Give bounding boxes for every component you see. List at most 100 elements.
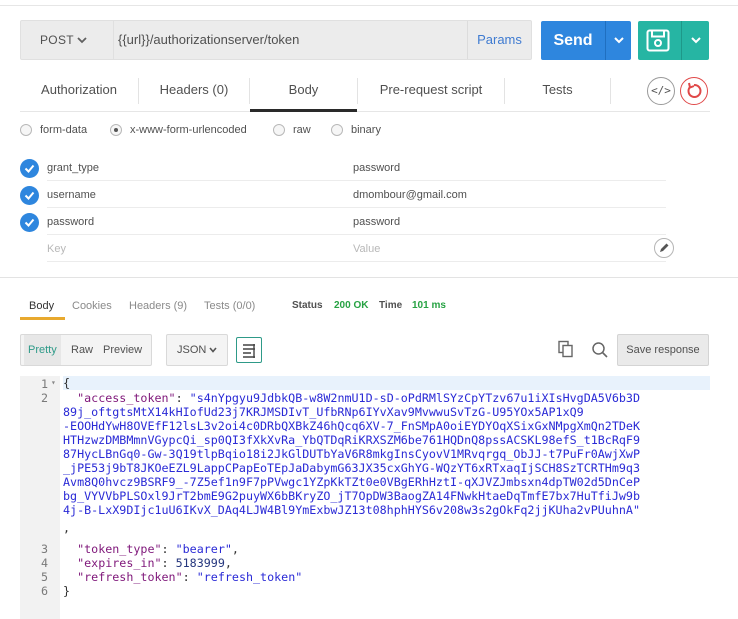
send-button[interactable]: Send (541, 21, 605, 60)
save-response-button[interactable]: Save response (617, 334, 709, 366)
tab-pre-request-script[interactable]: Pre-request script (358, 70, 504, 112)
new-param-value-input[interactable]: Value (353, 236, 666, 262)
line-number: 6 (40, 584, 48, 598)
param-key-input[interactable]: password (47, 209, 361, 235)
code-line-wrap: 87HycLBnGq0-Gw-3Q19tlpBqio18i2JkGlDUTbYa… (63, 447, 640, 461)
check-icon (24, 164, 35, 173)
radio-form-data[interactable]: form-data (20, 121, 100, 139)
format-pretty-button[interactable]: Pretty (24, 335, 61, 365)
code-punct: , (63, 521, 71, 535)
url-input[interactable]: {{url}}/authorizationserver/token (113, 21, 465, 59)
section-divider (0, 277, 738, 278)
chevron-down-icon (77, 21, 87, 75)
radio-circle (331, 124, 343, 136)
request-tabs: Authorization Headers (0) Body Pre-reque… (20, 70, 710, 112)
params-button[interactable]: Params (467, 21, 531, 59)
json-string: "bearer" (175, 542, 232, 556)
radio-circle (20, 124, 32, 136)
code-line-wrap: , (63, 521, 70, 535)
format-toggle: Pretty Raw Preview (20, 334, 152, 366)
method-select[interactable]: POST (21, 21, 112, 59)
line-number: 5 (40, 570, 48, 584)
param-enabled-checkbox[interactable] (20, 159, 39, 178)
language-label: JSON (177, 344, 207, 356)
param-enabled-checkbox[interactable] (20, 186, 39, 205)
response-tab-tests[interactable]: Tests (0/0) (204, 296, 255, 316)
language-select[interactable]: JSON (166, 334, 228, 366)
top-border (0, 5, 738, 6)
tab-separator (610, 78, 611, 104)
radio-label: raw (293, 124, 311, 136)
code-line-wrap: HTHzwzDMBMmnVGypcQi_sp0QI3fXkXvRa_YbQTDq… (63, 433, 640, 447)
copy-icon[interactable] (557, 340, 575, 358)
json-key: "expires_in" (77, 556, 162, 570)
json-string: 87HycLBnGq0-Gw-3Q19tlpBqio18i2JkGlDUTbYa… (63, 447, 640, 461)
time-label: Time (379, 300, 403, 311)
code-line: } (63, 584, 70, 598)
code-line: "refresh_token": "refresh_token" (77, 570, 303, 584)
save-icon[interactable] (646, 29, 670, 52)
json-string: HTHzwzDMBMmnVGypcQi_sp0QI3fXkXvRa_YbQTDq… (63, 433, 640, 447)
active-tab-indicator (20, 317, 65, 320)
chevron-down-icon (690, 37, 701, 44)
wrap-lines-button[interactable] (236, 337, 262, 363)
json-string: -EOOHdYwH8OVEfF12lsL3v2oi4c0DRbQXBkZ46hQ… (63, 419, 640, 433)
tab-tests[interactable]: Tests (505, 70, 610, 112)
radio-binary[interactable]: binary (331, 121, 391, 139)
json-key: "token_type" (77, 542, 162, 556)
response-body-viewer[interactable]: 1 ▾ { 2 "access_token": "s4nYpgyu9JdbkQB… (20, 376, 710, 619)
line-number: 4 (40, 556, 48, 570)
line-number: 1 (40, 377, 48, 391)
radio-circle (273, 124, 285, 136)
param-value-input[interactable]: dmombour@gmail.com (353, 182, 666, 208)
param-row: password password (20, 209, 710, 236)
radio-circle-selected (110, 124, 122, 136)
response-tab-cookies[interactable]: Cookies (72, 296, 112, 316)
send-button-group: Send (541, 21, 631, 60)
chevron-down-icon (613, 37, 624, 44)
response-tab-body[interactable]: Body (29, 296, 54, 316)
json-number: 5183999 (175, 556, 225, 570)
json-string: 4j-B-LxX9DIjc1uU6IKvX_DAq4LJW4Bl9YmExbwJ… (63, 503, 640, 517)
param-value-input[interactable]: password (353, 155, 666, 181)
param-enabled-checkbox[interactable] (20, 213, 39, 232)
format-raw-button[interactable]: Raw (71, 335, 93, 365)
tab-body[interactable]: Body (250, 70, 357, 112)
code-icon: </> (651, 84, 671, 97)
generate-code-button[interactable]: </> (647, 77, 675, 105)
code-punct: , (224, 556, 232, 570)
fold-toggle-icon[interactable]: ▾ (51, 378, 56, 387)
param-key-input[interactable]: grant_type (47, 155, 361, 181)
json-string: _jPE53j9bT8JKOeEZL9LappCPapEoTEpJaDabymG… (63, 461, 640, 475)
code-line: "token_type": "bearer", (77, 542, 239, 556)
code-line-wrap: -EOOHdYwH8OVEfF12lsL3v2oi4c0DRbQXBkZ46hQ… (63, 419, 640, 433)
code-line: "expires_in": 5183999, (77, 556, 232, 570)
code-line: "access_token": "s4nYpgyu9JdbkQB-w8W2nmU… (77, 391, 641, 405)
format-preview-button[interactable]: Preview (103, 335, 142, 365)
json-string: Avm8Q0hvcz9BSRF9_-7Z5ef1n9F7pPVwgc1YZpKk… (63, 475, 640, 489)
status-value: 200 OK (334, 300, 369, 311)
send-options-button[interactable] (605, 21, 631, 60)
bulk-edit-button[interactable] (654, 238, 674, 258)
code-line-wrap: _jPE53j9bT8JKOeEZL9LappCPapEoTEpJaDabymG… (63, 461, 640, 475)
chevron-down-icon (209, 335, 217, 377)
search-icon[interactable] (591, 341, 609, 359)
tab-headers[interactable]: Headers (0) (139, 70, 249, 112)
code-line-wrap: 4j-B-LxX9DIjc1uU6IKvX_DAq4LJW4Bl9YmExbwJ… (63, 503, 640, 517)
request-url-bar: POST {{url}}/authorizationserver/token P… (20, 20, 532, 60)
save-options-button[interactable] (681, 21, 709, 60)
response-tab-headers[interactable]: Headers (9) (129, 296, 187, 316)
radio-label: x-www-form-urlencoded (130, 124, 247, 136)
new-param-key-input[interactable]: Key (47, 236, 361, 262)
tab-authorization[interactable]: Authorization (20, 70, 138, 112)
line-number: 3 (40, 542, 48, 556)
json-string: "s4nYpgyu9JdbkQB-w8W2nmU1D-sD-oPdRMlSYzC… (189, 391, 641, 405)
code-line: { (63, 376, 710, 390)
param-key-input[interactable]: username (47, 182, 361, 208)
wrap-lines-icon (243, 344, 255, 358)
reset-button[interactable] (680, 77, 708, 105)
radio-x-www-form-urlencoded[interactable]: x-www-form-urlencoded (110, 121, 260, 139)
radio-raw[interactable]: raw (273, 121, 323, 139)
param-value-input[interactable]: password (353, 209, 666, 235)
time-value: 101 ms (412, 300, 446, 311)
